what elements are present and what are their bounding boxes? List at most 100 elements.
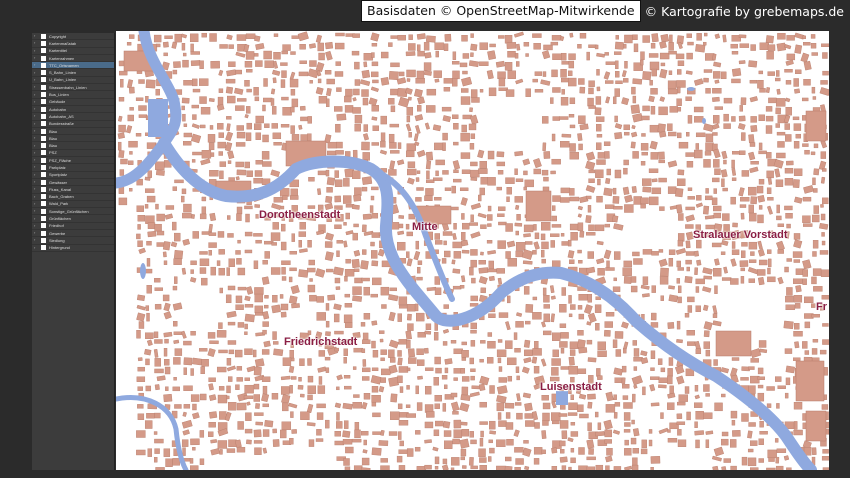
building — [444, 250, 451, 258]
eye-icon[interactable]: › — [34, 77, 39, 82]
building — [406, 251, 410, 258]
eye-icon[interactable]: › — [34, 209, 39, 213]
layer-row[interactable]: › Copyright — [32, 33, 114, 41]
building — [558, 116, 569, 120]
building — [604, 321, 613, 328]
building — [154, 358, 161, 367]
eye-icon[interactable]: › — [34, 107, 39, 111]
building — [424, 122, 430, 130]
building — [632, 95, 637, 104]
building — [749, 96, 758, 103]
layer-row[interactable]: › Blau — [32, 128, 114, 136]
building — [225, 131, 234, 142]
layer-row[interactable]: › Grünflächen — [32, 215, 114, 223]
layer-row[interactable]: › Bach_Graben — [32, 194, 114, 201]
building — [523, 42, 530, 47]
building — [244, 205, 253, 210]
building — [694, 421, 698, 428]
building — [432, 124, 442, 132]
eye-icon[interactable]: › — [34, 129, 39, 133]
layer-row[interactable]: › Bus_Linien — [32, 91, 114, 99]
eye-icon[interactable]: › — [34, 56, 39, 60]
eye-icon[interactable]: › — [34, 92, 39, 97]
building — [505, 251, 511, 259]
layer-row[interactable]: › Autobahn — [32, 106, 114, 114]
layer-row[interactable]: › PSZ — [32, 150, 114, 158]
layer-row[interactable]: › PSZ_Fläche — [32, 157, 114, 165]
eye-icon[interactable]: › — [34, 143, 39, 148]
eye-icon[interactable]: › — [34, 63, 39, 67]
eye-icon[interactable]: › — [34, 187, 39, 191]
layer-row[interactable]: › Sportplatz — [32, 172, 114, 179]
building — [227, 160, 232, 164]
building — [344, 268, 355, 277]
layer-row[interactable]: › Blau — [32, 135, 114, 143]
eye-icon[interactable]: › — [34, 48, 39, 53]
building — [631, 393, 636, 403]
eye-icon[interactable]: › — [34, 172, 39, 177]
eye-icon[interactable]: › — [34, 194, 39, 199]
building — [667, 392, 676, 399]
layer-row[interactable]: › Friedhof — [32, 223, 114, 231]
building — [768, 457, 775, 462]
layer-row[interactable]: › Gewerbe — [32, 230, 114, 238]
building — [668, 257, 674, 267]
layer-row[interactable]: › Blau — [32, 142, 114, 150]
eye-icon[interactable]: › — [34, 245, 39, 250]
eye-icon[interactable]: › — [34, 136, 39, 140]
layer-row[interactable]: › Strassenbahn_Linien — [32, 84, 114, 92]
eye-icon[interactable]: › — [34, 114, 39, 118]
building — [606, 448, 613, 456]
layer-row[interactable]: › Gewässer — [32, 179, 114, 187]
eye-icon[interactable]: › — [34, 201, 39, 206]
layer-row[interactable]: › TTC_Ortsnamen — [32, 62, 114, 70]
layer-row[interactable]: › Sonstige_Grünflächen — [32, 208, 114, 216]
layer-row[interactable]: › Kartenmaßstab — [32, 40, 114, 48]
eye-icon[interactable]: › — [34, 165, 39, 169]
layer-row[interactable]: › Kartentitel — [32, 48, 114, 55]
layer-row[interactable]: › Autobahn_AS — [32, 113, 114, 121]
eye-icon[interactable]: › — [34, 223, 39, 228]
layer-label: PSZ_Fläche — [49, 157, 72, 163]
building — [613, 367, 623, 376]
eye-icon[interactable]: › — [34, 85, 39, 89]
building — [479, 457, 487, 463]
building — [505, 340, 513, 349]
layer-row[interactable]: › Gebäude — [32, 99, 114, 106]
building — [642, 105, 650, 112]
layer-row[interactable]: › Hintergrund — [32, 245, 114, 252]
building — [642, 35, 650, 43]
layer-row[interactable]: › Bundesstraße — [32, 121, 114, 128]
building — [461, 249, 470, 254]
layer-row[interactable]: › Kartenrahmen — [32, 55, 114, 63]
eye-icon[interactable]: › — [34, 121, 39, 126]
building — [678, 394, 688, 402]
layer-label: Wald_Park — [49, 201, 69, 207]
eye-icon[interactable]: › — [34, 231, 39, 235]
building — [624, 465, 633, 470]
building — [757, 240, 763, 250]
layer-row[interactable]: › Fluss_Kanal — [32, 186, 114, 194]
building — [190, 133, 202, 144]
eye-icon[interactable]: › — [34, 34, 39, 38]
eye-icon[interactable]: › — [34, 150, 39, 155]
building — [822, 449, 829, 454]
building — [822, 323, 829, 327]
eye-icon[interactable]: › — [34, 70, 39, 75]
building — [525, 241, 533, 245]
eye-icon[interactable]: › — [34, 99, 39, 104]
eye-icon[interactable]: › — [34, 216, 39, 221]
eye-icon[interactable]: › — [34, 41, 39, 45]
building — [722, 34, 727, 43]
eye-icon[interactable]: › — [34, 180, 39, 184]
layer-row[interactable]: › Siedlung — [32, 237, 114, 245]
building — [765, 115, 774, 122]
eye-icon[interactable]: › — [34, 158, 39, 162]
eye-icon[interactable]: › — [34, 238, 39, 242]
layer-row[interactable]: › U_Bahn_Linien — [32, 77, 114, 85]
building — [497, 357, 502, 364]
layer-row[interactable]: › S_Bahn_Linien — [32, 69, 114, 77]
layer-row[interactable]: › Parkplatz — [32, 164, 114, 172]
layer-row[interactable]: › Wald_Park — [32, 201, 114, 209]
map-canvas[interactable]: Dorotheenstadt Mitte Stralauer Vorstadt Fri… — [116, 31, 829, 470]
